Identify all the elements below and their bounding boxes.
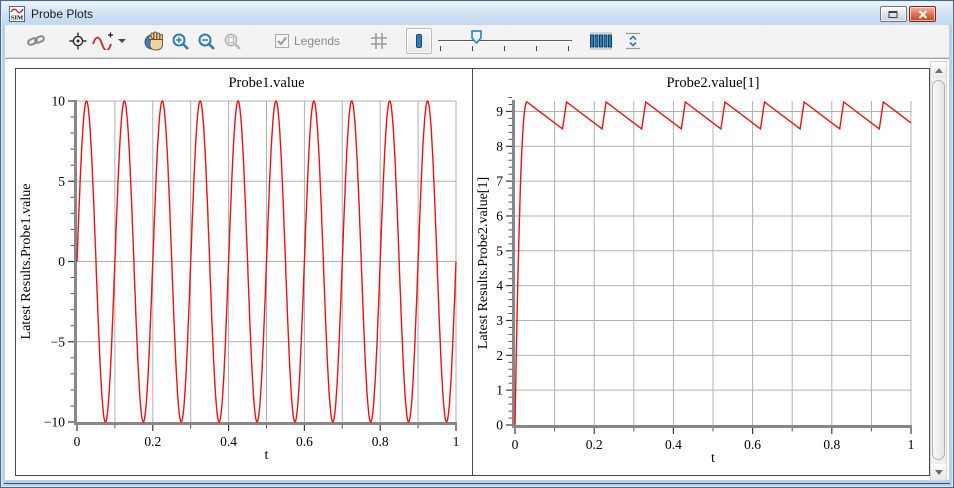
svg-text:7: 7 xyxy=(496,174,503,189)
svg-text:Probe2.value[1]: Probe2.value[1] xyxy=(666,75,759,91)
slider-handle[interactable] xyxy=(471,30,482,44)
cursor-bar-toggle-button[interactable] xyxy=(406,28,432,54)
probe-plots-window: SIM Probe Plots xyxy=(0,0,954,488)
zoom-out-icon xyxy=(197,32,216,51)
probe1-plot-canvas[interactable]: 10 5 0 −5 −10 0 0.2 0.4 0.6 0.8 1 Probe1.value t Late… xyxy=(16,69,472,475)
zoom-in-icon xyxy=(171,32,190,51)
expand-collapse-icon xyxy=(624,31,642,51)
svg-text:0.2: 0.2 xyxy=(586,437,603,452)
maximize-button[interactable] xyxy=(880,6,907,22)
svg-text:0.6: 0.6 xyxy=(296,434,313,449)
probe-icon xyxy=(68,32,88,50)
plot-panel-probe2[interactable]: 0 1 2 3 4 5 6 7 8 9 0 0.2 0.4 0.6 0.8 1 Probe2.value[1] t… xyxy=(472,68,930,476)
probe2-plot-canvas[interactable]: 0 1 2 3 4 5 6 7 8 9 0 0.2 0.4 0.6 0.8 1 Probe2.value[1] t… xyxy=(473,69,929,475)
svg-text:4: 4 xyxy=(496,278,503,293)
scroll-down-button[interactable] xyxy=(931,464,946,480)
plot-panel-probe1[interactable]: 10 5 0 −5 −10 0 0.2 0.4 0.6 0.8 1 Probe1.value t Late… xyxy=(15,68,473,476)
data-bars-button[interactable] xyxy=(588,28,614,54)
svg-text:t: t xyxy=(265,448,269,463)
svg-text:0.2: 0.2 xyxy=(144,434,161,449)
expand-collapse-button[interactable] xyxy=(620,28,646,54)
svg-text:1: 1 xyxy=(908,437,915,452)
legends-checkbox[interactable] xyxy=(275,34,289,48)
svg-text:6: 6 xyxy=(496,208,503,223)
svg-text:0.6: 0.6 xyxy=(744,437,761,452)
maplesim-app-icon: SIM xyxy=(9,6,25,22)
sine-curve-add-icon xyxy=(92,32,114,50)
svg-text:9: 9 xyxy=(496,104,503,119)
title-bar[interactable]: SIM Probe Plots xyxy=(2,2,952,25)
pan-button[interactable] xyxy=(141,28,167,54)
svg-text:8: 8 xyxy=(496,139,503,154)
close-icon xyxy=(918,10,928,19)
link-plots-button[interactable] xyxy=(23,28,49,54)
link-icon xyxy=(27,33,45,49)
svg-text:0.8: 0.8 xyxy=(372,434,389,449)
svg-text:−5: −5 xyxy=(51,334,66,349)
scroll-up-button[interactable] xyxy=(931,62,946,78)
svg-text:0: 0 xyxy=(496,418,503,433)
scroll-down-icon xyxy=(935,470,943,475)
svg-text:10: 10 xyxy=(52,94,66,109)
grid-toggle-icon xyxy=(370,32,388,50)
pan-hand-icon xyxy=(144,31,165,51)
svg-text:0: 0 xyxy=(512,437,519,452)
svg-text:Probe1.value: Probe1.value xyxy=(228,75,304,91)
svg-text:0.4: 0.4 xyxy=(220,434,237,449)
svg-text:t: t xyxy=(711,451,715,466)
legends-label: Legends xyxy=(294,34,340,48)
zoom-in-button[interactable] xyxy=(167,28,193,54)
bars-icon xyxy=(589,31,613,51)
curve-style-dropdown-button[interactable] xyxy=(91,28,127,54)
zoom-fit-button[interactable] xyxy=(219,28,245,54)
time-slider[interactable] xyxy=(438,28,572,54)
svg-text:5: 5 xyxy=(496,243,503,258)
svg-text:0.8: 0.8 xyxy=(823,437,840,452)
zoom-out-button[interactable] xyxy=(193,28,219,54)
dropdown-caret-icon xyxy=(118,39,126,43)
svg-text:SIM: SIM xyxy=(11,14,23,21)
svg-text:2: 2 xyxy=(496,348,503,363)
legends-checkbox-group[interactable]: Legends xyxy=(275,34,340,48)
probe-button[interactable] xyxy=(65,28,91,54)
check-icon xyxy=(276,35,288,47)
vertical-scrollbar[interactable] xyxy=(930,61,947,481)
svg-text:Latest Results.Probe1.value: Latest Results.Probe1.value xyxy=(19,184,34,340)
slider-track[interactable] xyxy=(438,40,572,42)
close-button[interactable] xyxy=(909,6,936,22)
plots-area: 1050−5−1000.20.40.60.81Probe1.valuetLate… xyxy=(5,58,949,480)
svg-text:0: 0 xyxy=(58,254,65,269)
svg-text:3: 3 xyxy=(496,313,503,328)
window-title: Probe Plots xyxy=(31,7,93,21)
svg-text:1: 1 xyxy=(496,383,503,398)
svg-text:0: 0 xyxy=(74,434,81,449)
svg-text:1: 1 xyxy=(453,434,460,449)
svg-text:−10: −10 xyxy=(44,415,65,430)
svg-text:Latest Results.Probe2.value[1]: Latest Results.Probe2.value[1] xyxy=(476,177,491,349)
maximize-icon xyxy=(888,10,899,19)
scroll-up-icon xyxy=(935,68,943,73)
cursor-bar-toggle-icon xyxy=(413,33,425,49)
svg-text:5: 5 xyxy=(58,174,65,189)
grid-toggle-button[interactable] xyxy=(366,28,392,54)
scrollbar-thumb[interactable] xyxy=(932,80,945,460)
zoom-fit-icon xyxy=(223,32,242,51)
svg-text:0.4: 0.4 xyxy=(665,437,682,452)
plot-toolbar: Legends xyxy=(5,25,949,58)
